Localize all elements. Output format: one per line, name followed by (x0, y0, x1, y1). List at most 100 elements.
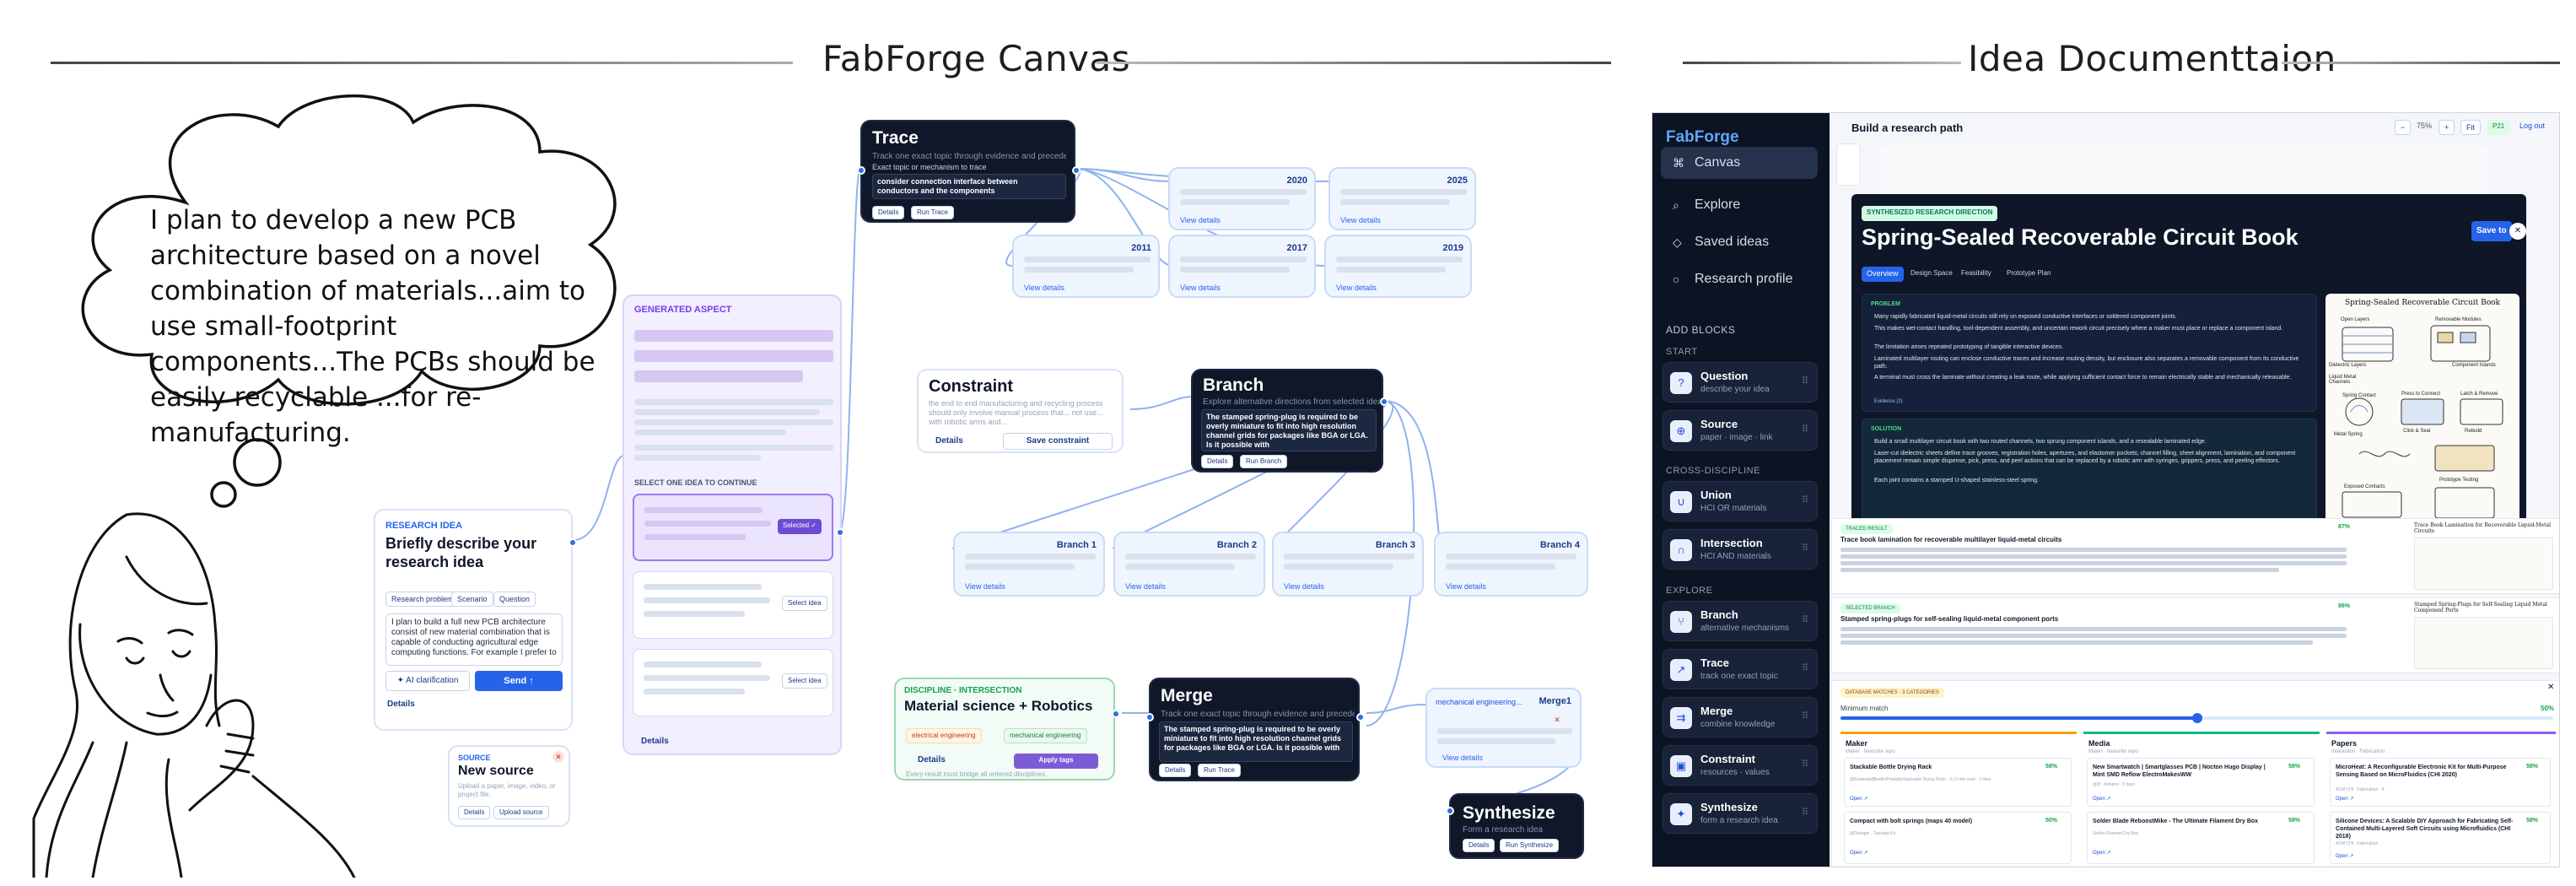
drag-handle-icon[interactable]: ⠿ (1802, 424, 1808, 435)
view-details-link[interactable]: View details (1442, 754, 1483, 762)
view-details-link[interactable]: View details (1284, 582, 1324, 591)
run-trace-button[interactable]: Run Trace (911, 206, 954, 219)
proj-close-icon[interactable]: ✕ (2509, 223, 2526, 240)
trace-port-in[interactable] (857, 166, 865, 175)
drag-handle-icon[interactable]: ⠿ (1802, 662, 1808, 673)
drag-handle-icon[interactable]: ⠿ (1802, 807, 1808, 818)
trace-result-2019[interactable]: 2019 View details (1324, 235, 1472, 298)
block-source[interactable]: ⊕ Source paper · image · link ⠿ (1663, 410, 1818, 451)
save-constraint-button[interactable]: Save constraint (1003, 433, 1113, 450)
branch-result-1[interactable]: Branch 1 View details (953, 532, 1105, 597)
branch-result-4[interactable]: Branch 4 View details (1434, 532, 1588, 597)
open-link[interactable]: Open ↗ (2093, 796, 2110, 802)
merge-port-in[interactable] (1145, 713, 1154, 721)
save-to-button[interactable]: Save to (2471, 221, 2512, 241)
match-item[interactable]: MicroHeat: A Reconfigurable Electronic K… (2330, 758, 2551, 807)
match-item[interactable]: Silicone Devices: A Scalable DIY Approac… (2330, 812, 2551, 864)
branch-result-2[interactable]: Branch 2 View details (1113, 532, 1265, 597)
chip-research-problem[interactable]: Research problem (385, 592, 460, 607)
aspect-option-1[interactable]: Selected ✓ (633, 494, 833, 561)
branch-text[interactable]: The stamped spring-plug is required to b… (1201, 409, 1377, 451)
synthesize-card[interactable]: Synthesize Form a research idea Details … (1446, 793, 1584, 859)
match-item[interactable]: New Smartwatch | Smartglasses PCB | Noct… (2087, 758, 2315, 807)
match-item[interactable]: Solder Blade ReboostMike - The Ultimate … (2087, 812, 2315, 864)
logout-link[interactable]: Log out (2519, 122, 2545, 130)
view-details-link[interactable]: View details (1024, 284, 1064, 292)
block-branch[interactable]: ⑂ Branch alternative mechanisms ⠿ (1663, 601, 1818, 641)
trace-result-2011[interactable]: 2011 View details (1012, 235, 1160, 298)
aspect-port[interactable] (836, 528, 844, 537)
drag-handle-icon[interactable]: ⠿ (1802, 494, 1808, 505)
match-item[interactable]: Compact with bolt springs (maps 40 model… (1844, 812, 2072, 864)
open-link[interactable]: Open ↗ (2336, 796, 2353, 802)
run-merge-button[interactable]: Run Trace (1198, 764, 1241, 777)
drag-handle-icon[interactable]: ⠿ (1802, 759, 1808, 770)
open-link[interactable]: Open ↗ (2336, 853, 2353, 859)
view-details-link[interactable]: View details (1125, 582, 1166, 591)
upload-source-button[interactable]: Upload source (493, 806, 549, 819)
drag-handle-icon[interactable]: ⠿ (1802, 614, 1808, 625)
nav-research-profile[interactable]: ○ Research profile (1661, 263, 1818, 295)
tab-overview[interactable]: Overview (1862, 267, 1904, 282)
open-link[interactable]: Open ↗ (1850, 796, 1867, 802)
open-link[interactable]: Open ↗ (1850, 850, 1867, 856)
min-match-slider[interactable] (1840, 713, 2553, 723)
branch-result-3[interactable]: Branch 3 View details (1272, 532, 1424, 597)
research-idea-port[interactable] (569, 538, 577, 547)
trace-field-value[interactable]: consider connection interface between co… (872, 174, 1066, 199)
source-details-button[interactable]: Details (458, 806, 491, 819)
merge-card[interactable]: Merge Track one exact topic through evid… (1145, 678, 1365, 781)
zoom-out-button[interactable]: − (2395, 120, 2412, 135)
research-idea-card[interactable]: RESEARCH IDEA Briefly describe your rese… (374, 509, 577, 731)
tag-electrical-engineering[interactable]: electrical engineering (906, 728, 982, 743)
branch-details-button[interactable]: Details (1201, 455, 1234, 468)
tab-design-space[interactable]: Design Space (1910, 269, 1953, 277)
user-badge[interactable]: P21 (2487, 120, 2510, 135)
tab-prototype-plan[interactable]: Prototype Plan (2007, 269, 2051, 277)
select-idea-button[interactable]: Select idea (782, 673, 827, 689)
evidence-link[interactable]: Evidence (2) (1874, 399, 1903, 404)
block-synthesize[interactable]: ✦ Synthesize form a research idea ⠿ (1663, 793, 1818, 834)
block-trace[interactable]: ↗ Trace track one exact topic ⠿ (1663, 649, 1818, 689)
view-details-link[interactable]: View details (965, 582, 1005, 591)
aspect-option-2[interactable]: Select idea (633, 571, 833, 639)
drag-handle-icon[interactable]: ⠿ (1802, 375, 1808, 386)
nav-explore[interactable]: ⌕ Explore (1661, 189, 1818, 221)
research-idea-input[interactable]: I plan to build a full new PCB architect… (385, 613, 563, 666)
block-union[interactable]: ∪ Union HCI OR materials ⠿ (1663, 481, 1818, 521)
open-link[interactable]: Open ↗ (2093, 850, 2110, 856)
send-button[interactable]: Send ↑ (475, 671, 563, 691)
block-intersection[interactable]: ∩ Intersection HCI AND materials ⠿ (1663, 529, 1818, 570)
aspect-details-link[interactable]: Details (641, 737, 669, 746)
merge-result-card[interactable]: mechanical engineering... Merge1 ✕ View … (1425, 688, 1582, 768)
synthesize-details-button[interactable]: Details (1463, 839, 1495, 852)
ai-clarification-button[interactable]: ✦ AI clarification (385, 671, 470, 691)
intersection-details-link[interactable]: Details (918, 755, 946, 764)
db-close-icon[interactable]: ✕ (2547, 683, 2554, 692)
selected-badge[interactable]: Selected ✓ (778, 519, 822, 534)
merge-details-button[interactable]: Details (1159, 764, 1192, 777)
tab-feasibility[interactable]: Feasibility (1961, 269, 1991, 277)
trace-card[interactable]: Trace Track one exact topic through evid… (857, 120, 1081, 223)
intersection-card[interactable]: DISCIPLINE · INTERSECTION Material scien… (894, 678, 1120, 781)
select-idea-button[interactable]: Select idea (782, 596, 827, 611)
drag-handle-icon[interactable]: ⠿ (1802, 543, 1808, 554)
synthesize-port-in[interactable] (1446, 807, 1454, 815)
nav-saved-ideas[interactable]: ◇ Saved ideas (1661, 226, 1818, 258)
tag-mechanical-engineering[interactable]: mechanical engineering (1004, 728, 1087, 743)
trace-result-2020[interactable]: 2020 View details (1168, 167, 1316, 230)
chip-question[interactable]: Question (493, 592, 536, 607)
view-details-link[interactable]: View details (1340, 216, 1381, 224)
run-branch-button[interactable]: Run Branch (1240, 455, 1288, 468)
view-details-link[interactable]: View details (1180, 284, 1221, 292)
merge-text[interactable]: The stamped spring-plug is required to b… (1159, 721, 1353, 762)
drag-handle-icon[interactable]: ⠿ (1802, 710, 1808, 721)
block-merge[interactable]: ⇉ Merge combine knowledge ⠿ (1663, 697, 1818, 737)
match-item[interactable]: Stackable Bottle Drying Rack 58% @Existe… (1844, 758, 2072, 807)
view-details-link[interactable]: View details (1446, 582, 1486, 591)
fit-button[interactable]: Fit (2460, 120, 2481, 135)
research-idea-details-link[interactable]: Details (387, 700, 415, 709)
block-question[interactable]: ? Question describe your idea ⠿ (1663, 362, 1818, 402)
trace-result-2025[interactable]: 2025 View details (1328, 167, 1476, 230)
run-synthesize-button[interactable]: Run Synthesize (1500, 839, 1560, 852)
